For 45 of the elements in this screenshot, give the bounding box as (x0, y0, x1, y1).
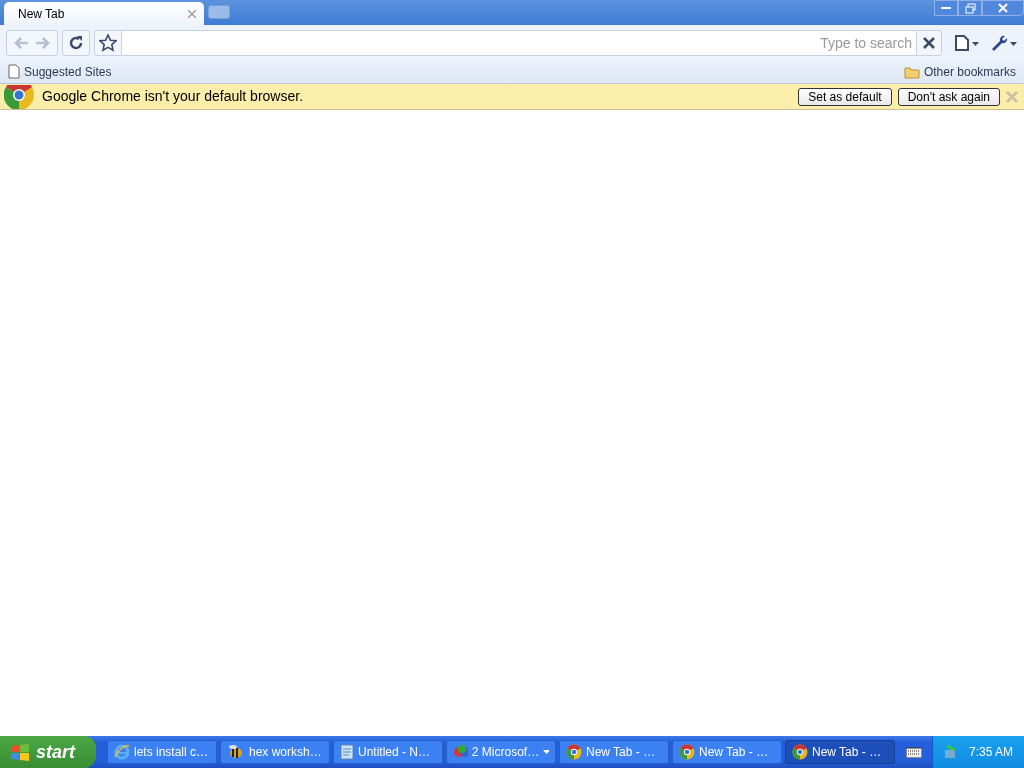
chrome-icon (566, 744, 582, 760)
caret-icon (543, 750, 549, 754)
other-bookmarks-item[interactable]: Other bookmarks (903, 62, 1016, 81)
taskbar-button[interactable]: hex worksh… (220, 740, 330, 764)
start-button[interactable]: start (0, 736, 96, 768)
keyboard-icon[interactable] (906, 746, 922, 758)
bee-icon (227, 744, 245, 760)
reload-button[interactable] (62, 29, 90, 56)
windows-logo-icon (10, 743, 30, 761)
taskbar-button[interactable]: Untitled - N… (333, 740, 443, 764)
office-icon (453, 744, 468, 760)
restore-icon (964, 2, 976, 14)
clock: 7:35 AM (969, 744, 1014, 761)
page-icon (8, 64, 20, 79)
taskbar-button[interactable]: New Tab - … (559, 740, 669, 764)
infobar-button[interactable]: Don't ask again (897, 87, 1000, 106)
close-icon (998, 3, 1008, 13)
taskbar-button[interactable]: lets install c… (107, 740, 217, 764)
chrome-icon (792, 744, 808, 760)
clear-icon (923, 36, 935, 49)
minimize-icon (941, 6, 951, 10)
globe-e-icon (114, 744, 130, 760)
taskbar-button[interactable]: New Tab - … (785, 740, 895, 764)
minimize-button[interactable] (934, 0, 958, 16)
wrench-icon[interactable] (990, 33, 1018, 52)
browser-tab[interactable]: New Tab (4, 2, 204, 25)
chrome-logo-icon (4, 84, 36, 109)
close-icon[interactable] (188, 9, 196, 18)
tab-title: New Tab (18, 5, 65, 23)
page-menu-icon[interactable] (954, 33, 980, 52)
infobar-button[interactable]: Set as default (798, 87, 892, 106)
close-button[interactable] (982, 0, 1024, 16)
reload-icon (68, 34, 84, 51)
taskbar-button[interactable]: 2 Microsof… (446, 740, 556, 764)
notepad-icon (340, 744, 354, 760)
address-field[interactable]: Type to search (122, 29, 916, 56)
bookmark-star-button[interactable] (94, 29, 122, 56)
bookmark-item[interactable]: Suggested Sites (8, 62, 112, 81)
taskbar-button[interactable]: New Tab - … (672, 740, 782, 764)
folder-icon (903, 64, 920, 79)
star-icon (99, 33, 117, 52)
clear-button[interactable] (916, 29, 942, 56)
chrome-icon (679, 744, 695, 760)
restore-button[interactable] (958, 0, 982, 16)
infobar-message: Google Chrome isn't your default browser. (42, 87, 304, 106)
